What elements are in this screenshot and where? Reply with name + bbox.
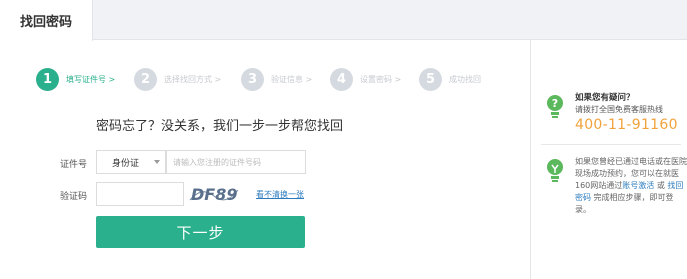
chevron-down-icon [154, 160, 160, 164]
step-number: 2 [134, 67, 157, 91]
step-label: 验证信息 > [271, 74, 313, 84]
captcha-input[interactable] [96, 182, 184, 206]
tip-text: 如果您曾经已通过电话或在医院现场成功预约，您可以在就医160网站通过账号激活 或… [575, 156, 687, 216]
step-label: 选择找回方式 > [164, 74, 222, 84]
captcha-image[interactable]: DF89 [188, 182, 240, 206]
step-3: 3 验证信息 > [241, 66, 312, 92]
code-label: 验证码 [60, 192, 88, 202]
lightbulb-icon [547, 159, 563, 182]
step-label: 成功找回 [449, 74, 481, 84]
step-number: 5 [419, 67, 442, 91]
next-step-button[interactable]: 下一步 [96, 216, 305, 248]
account-activate-link[interactable]: 账号激活 [622, 181, 654, 190]
help-sidebar: ? 如果您有疑问？ 请拨打全国免费客服热线 400-11-91160 如果您曾经… [530, 40, 687, 279]
hotline-number: 400-11-91160 [575, 117, 678, 133]
step-4: 4 设置密码 > [330, 66, 401, 92]
step-number: 4 [330, 67, 353, 91]
help-subtitle: 请拨打全国免费客服热线 [575, 105, 663, 114]
step-2: 2 选择找回方式 > [134, 66, 221, 92]
id-type-value: 身份证 [112, 158, 140, 169]
step-number: 3 [241, 67, 264, 91]
tip-text-or: 或 [654, 181, 668, 190]
tab-find-password[interactable]: 找回密码 [0, 0, 93, 41]
tab-bar: 找回密码 [0, 0, 687, 41]
step-number: 1 [36, 67, 59, 91]
sidebar-divider [541, 144, 681, 145]
id-type-select[interactable]: 身份证 [96, 150, 166, 174]
find-password-page: 找回密码 1 填写证件号 > 2 选择找回方式 > 3 验证信息 > 4 设置密… [0, 0, 687, 279]
step-label: 设置密码 > [360, 74, 402, 84]
page-headline: 密码忘了？没关系，我们一步一步帮您找回 [96, 119, 344, 134]
progress-steps: 1 填写证件号 > 2 选择找回方式 > 3 验证信息 > 4 设置密码 > 5… [36, 66, 516, 92]
step-5: 5 成功找回 [419, 66, 481, 92]
id-number-input[interactable]: 请输入您注册的证件号码 [166, 150, 306, 174]
svg-text:?: ? [552, 97, 558, 110]
step-label: 填写证件号 > [66, 74, 116, 84]
captcha-text: DF89 [191, 185, 237, 204]
question-bulb-icon: ? [547, 95, 563, 118]
refresh-captcha-link[interactable]: 看不清换一张 [256, 189, 304, 200]
id-label: 证件号 [60, 160, 88, 170]
step-1: 1 填写证件号 > [36, 66, 115, 92]
help-title: 如果您有疑问？ [575, 93, 635, 103]
